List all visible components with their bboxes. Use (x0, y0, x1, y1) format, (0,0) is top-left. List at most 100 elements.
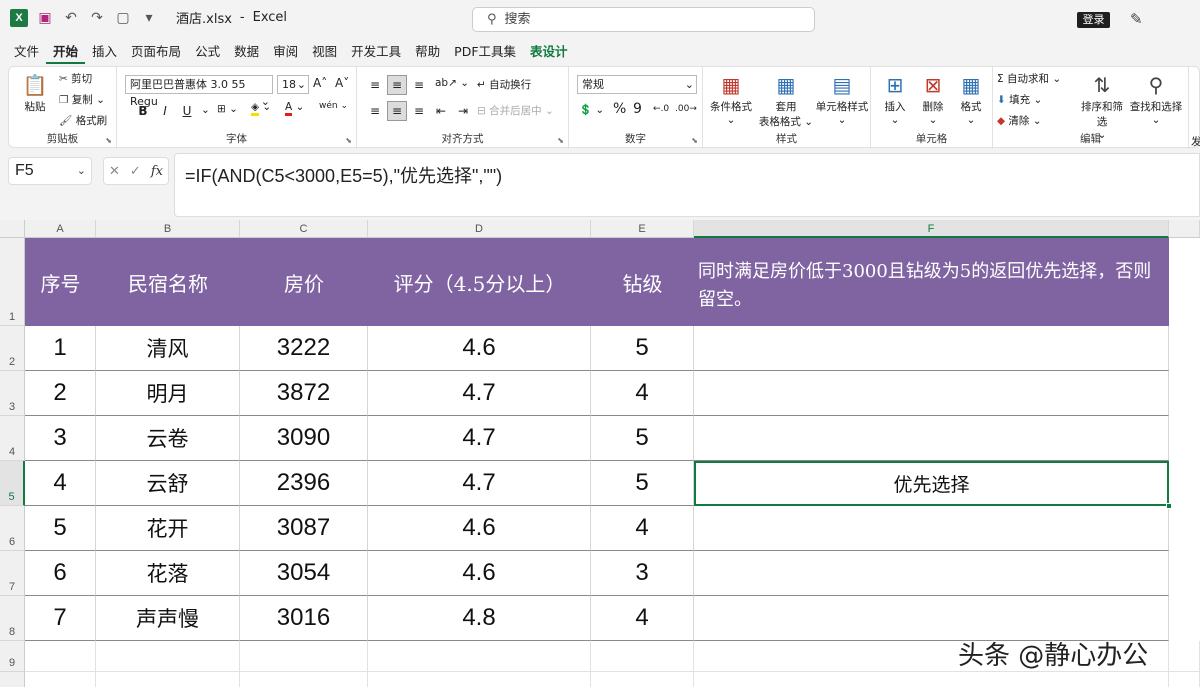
table-cell-seq[interactable]: 1 (25, 326, 96, 371)
table-header-cell[interactable]: 房价 (240, 238, 368, 326)
font-launcher-icon[interactable]: ⬊ (345, 136, 352, 145)
clear-button[interactable]: ◆ 清除 ⌄ (997, 113, 1042, 128)
empty-cell[interactable] (25, 672, 96, 687)
column-header-d[interactable]: D (368, 220, 591, 238)
tab-page-layout[interactable]: 页面布局 (124, 40, 188, 64)
empty-cell[interactable] (240, 672, 368, 687)
tab-view[interactable]: 视图 (305, 40, 344, 64)
fill-handle[interactable] (1166, 503, 1172, 509)
empty-cell[interactable] (1169, 672, 1200, 687)
tab-data[interactable]: 数据 (227, 40, 266, 64)
tab-file[interactable]: 文件 (7, 40, 46, 64)
table-header-cell[interactable]: 同时满足房价低于3000且钻级为5的返回优先选择，否则留空。 (694, 238, 1169, 326)
table-cell-diamond[interactable]: 5 (591, 461, 694, 506)
save-icon[interactable]: ▣ (36, 10, 54, 26)
table-cell-result[interactable] (694, 551, 1169, 596)
empty-cell[interactable] (591, 672, 694, 687)
increase-font-button[interactable]: A˄ (313, 76, 327, 90)
insert-function-button[interactable]: fx (151, 164, 163, 179)
table-cell-result[interactable] (694, 371, 1169, 416)
table-cell-diamond[interactable]: 5 (591, 326, 694, 371)
copy-button[interactable]: ❐ 复制 ⌄ (59, 92, 105, 107)
row-header-6[interactable]: 6 (0, 506, 25, 551)
empty-cell[interactable] (240, 641, 368, 672)
row-header-3[interactable]: 3 (0, 371, 25, 416)
customize-toolbar-icon[interactable]: ▾ (140, 10, 158, 26)
column-header-c[interactable]: C (240, 220, 368, 238)
bold-button[interactable]: B (133, 101, 153, 121)
table-cell-diamond[interactable]: 4 (591, 506, 694, 551)
row-header-8[interactable]: 8 (0, 596, 25, 641)
table-cell-seq[interactable]: 4 (25, 461, 96, 506)
table-cell-rating[interactable]: 4.6 (368, 506, 591, 551)
empty-cell[interactable] (1169, 641, 1200, 672)
name-box[interactable]: F5 ⌄ (8, 157, 92, 185)
clipboard-launcher-icon[interactable]: ⬊ (105, 136, 112, 145)
table-cell-seq[interactable]: 7 (25, 596, 96, 641)
table-cell-name[interactable]: 云卷 (96, 416, 240, 461)
table-cell-seq[interactable]: 2 (25, 371, 96, 416)
table-header-cell[interactable]: 钻级 (591, 238, 694, 326)
table-cell-result[interactable] (694, 326, 1169, 371)
row-header-9[interactable]: 9 (0, 641, 25, 672)
table-cell-diamond[interactable]: 4 (591, 596, 694, 641)
table-cell-price[interactable]: 3054 (240, 551, 368, 596)
tab-review[interactable]: 审阅 (266, 40, 305, 64)
wrap-text-button[interactable]: ↵ 自动换行 (477, 77, 531, 92)
decrease-font-button[interactable]: A˅ (335, 76, 349, 90)
tab-developer[interactable]: 开发工具 (344, 40, 408, 64)
merge-center-button[interactable]: ⊟ 合并后居中 ⌄ (477, 103, 554, 118)
table-header-cell[interactable]: 评分（4.5分以上） (368, 238, 591, 326)
align-middle-icon[interactable]: ≡ (387, 75, 407, 95)
underline-dropdown[interactable]: ⌄ (201, 104, 210, 116)
empty-cell[interactable] (96, 672, 240, 687)
table-header-cell[interactable]: 序号 (25, 238, 96, 326)
table-cell-seq[interactable]: 6 (25, 551, 96, 596)
column-header-b[interactable]: B (96, 220, 240, 238)
cut-button[interactable]: ✂ 剪切 (59, 71, 92, 86)
tab-insert[interactable]: 插入 (85, 40, 124, 64)
empty-cell[interactable] (25, 641, 96, 672)
cancel-icon[interactable]: ✕ (109, 164, 120, 179)
empty-cell[interactable] (368, 641, 591, 672)
table-cell-name[interactable]: 声声慢 (96, 596, 240, 641)
orientation-button[interactable]: ab↗ ⌄ (435, 77, 469, 89)
alignment-launcher-icon[interactable]: ⬊ (557, 136, 564, 145)
table-cell-result[interactable] (694, 506, 1169, 551)
font-size-select[interactable]: 18 ⌄ (277, 75, 309, 94)
fill-button[interactable]: ⬇ 填充 ⌄ (997, 92, 1042, 107)
format-as-table-button[interactable]: ▦ 套用 表格格式 ⌄ (757, 71, 815, 129)
decrease-decimal-icon[interactable]: .00→ (675, 104, 697, 114)
align-bottom-icon[interactable]: ≡ (409, 75, 429, 95)
empty-cell[interactable] (694, 672, 1169, 687)
increase-decimal-icon[interactable]: ←.0 (653, 104, 669, 114)
login-button[interactable]: 登录 (1077, 12, 1110, 28)
table-cell-name[interactable]: 明月 (96, 371, 240, 416)
conditional-format-button[interactable]: ▦ 条件格式 ⌄ (707, 71, 755, 126)
delete-cells-button[interactable]: ⊠ 删除 ⌄ (915, 71, 951, 126)
font-name-select[interactable]: 阿里巴巴普惠体 3.0 55 Regu ⌄ (125, 75, 273, 108)
borders-button[interactable]: ⊞ ⌄ (217, 103, 238, 115)
tab-table-design[interactable]: 表设计 (523, 40, 575, 64)
select-all-corner[interactable] (0, 220, 25, 238)
table-cell-price[interactable]: 3087 (240, 506, 368, 551)
fill-color-button[interactable]: ◈ ⌄ (251, 101, 271, 116)
row-header-4[interactable]: 4 (0, 416, 25, 461)
table-cell-price[interactable]: 3222 (240, 326, 368, 371)
redo-icon[interactable]: ↷ (88, 10, 106, 26)
empty-cell[interactable] (591, 641, 694, 672)
italic-button[interactable]: I (155, 101, 175, 121)
align-top-icon[interactable]: ≡ (365, 75, 385, 95)
row-header-7[interactable]: 7 (0, 551, 25, 596)
tab-pdf-tools[interactable]: PDF工具集 (447, 40, 523, 64)
table-cell-rating[interactable]: 4.6 (368, 551, 591, 596)
table-cell-rating[interactable]: 4.7 (368, 416, 591, 461)
table-cell-diamond[interactable]: 4 (591, 371, 694, 416)
row-header-5[interactable]: 5 (0, 461, 25, 506)
column-header-a[interactable]: A (25, 220, 96, 238)
row-header-1[interactable]: 1 (0, 238, 25, 326)
table-cell-diamond[interactable]: 3 (591, 551, 694, 596)
table-cell-name[interactable]: 花开 (96, 506, 240, 551)
empty-cell[interactable] (96, 641, 240, 672)
table-cell-rating[interactable]: 4.7 (368, 371, 591, 416)
